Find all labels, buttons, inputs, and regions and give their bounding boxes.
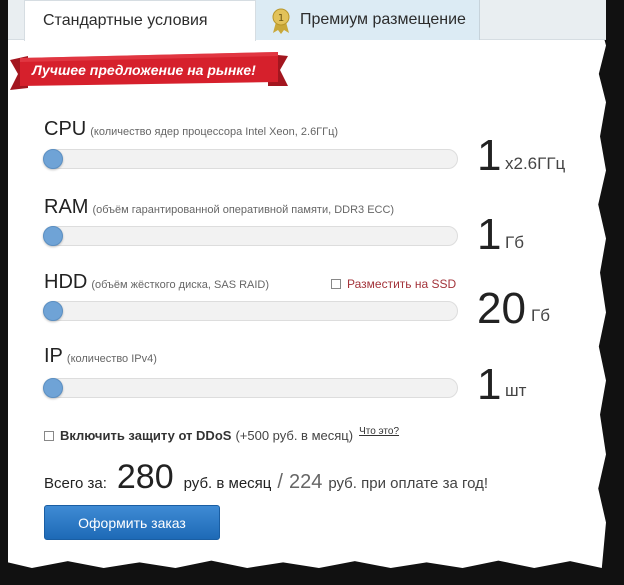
ram-unit: Гб — [505, 233, 524, 252]
medal-icon: 1 — [272, 8, 290, 34]
ddos-checkbox[interactable] — [44, 430, 54, 441]
ram-label: RAM (объём гарантированной оперативной па… — [44, 196, 394, 219]
tab-standard-label: Стандартные условия — [43, 12, 208, 29]
yearly-price: 224 — [288, 471, 323, 493]
monthly-price: 280 — [116, 458, 174, 496]
ip-slider-handle[interactable] — [43, 378, 63, 398]
cpu-value: 1 — [477, 131, 502, 180]
cpu-unit: x2.6ГГц — [505, 154, 566, 173]
cpu-slider[interactable] — [43, 149, 458, 169]
tab-premium-label: Премиум размещение — [300, 11, 466, 28]
ddos-label: Включить защиту от DDoS — [60, 428, 232, 443]
tab-premium[interactable]: 1 Премиум размещение — [256, 0, 480, 40]
ram-slider[interactable] — [43, 226, 458, 246]
ram-value: 1 — [477, 210, 502, 259]
ram-name: RAM — [44, 196, 89, 218]
tab-bar: Стандартные условия 1 Премиум размещение — [8, 0, 606, 41]
ribbon-text: Лучшее предложение на рынке! — [32, 62, 256, 78]
ddos-price: (+500 руб. в месяц) — [235, 428, 354, 443]
hdd-desc: (объём жёсткого диска, SAS RAID) — [91, 279, 270, 291]
ip-label: IP (количество IPv4) — [44, 345, 157, 368]
ip-unit: шт — [505, 381, 527, 400]
hdd-slider[interactable] — [43, 301, 458, 321]
cpu-desc: (количество ядер процессора Intel Xeon, … — [90, 126, 339, 138]
hdd-slider-handle[interactable] — [43, 301, 63, 321]
ram-slider-handle[interactable] — [43, 226, 63, 246]
hdd-value: 20 — [477, 284, 526, 333]
total-label: Всего за: — [44, 475, 107, 492]
cpu-label: CPU (количество ядер процессора Intel Xeo… — [44, 118, 338, 141]
hdd-label: HDD (объём жёсткого диска, SAS RAID) — [44, 271, 269, 294]
order-button[interactable]: Оформить заказ — [44, 505, 220, 540]
hdd-name: HDD — [44, 271, 88, 293]
ip-desc: (количество IPv4) — [66, 353, 157, 365]
svg-text:1: 1 — [278, 13, 284, 24]
ip-slider[interactable] — [43, 378, 458, 398]
ip-name: IP — [44, 345, 63, 367]
ip-value: 1 — [477, 360, 502, 409]
cpu-slider-handle[interactable] — [43, 149, 63, 169]
total-price: Всего за: 280 руб. в месяц / 224 руб. пр… — [44, 458, 488, 497]
ddos-option[interactable]: Включить защиту от DDoS (+500 руб. в мес… — [44, 426, 399, 443]
cpu-name: CPU — [44, 118, 87, 140]
ssd-option[interactable]: Разместить на SSD — [331, 277, 456, 291]
price-separator: / — [277, 471, 283, 493]
ssd-checkbox[interactable] — [331, 279, 341, 289]
tab-standard[interactable]: Стандартные условия — [24, 0, 256, 41]
ram-desc: (объём гарантированной оперативной памят… — [92, 204, 395, 216]
yearly-text: руб. при оплате за год! — [328, 475, 489, 492]
hdd-unit: Гб — [531, 306, 550, 325]
ssd-label: Разместить на SSD — [347, 277, 457, 291]
monthly-text: руб. в месяц — [183, 475, 272, 492]
ddos-help-link[interactable]: Что это? — [359, 426, 399, 437]
